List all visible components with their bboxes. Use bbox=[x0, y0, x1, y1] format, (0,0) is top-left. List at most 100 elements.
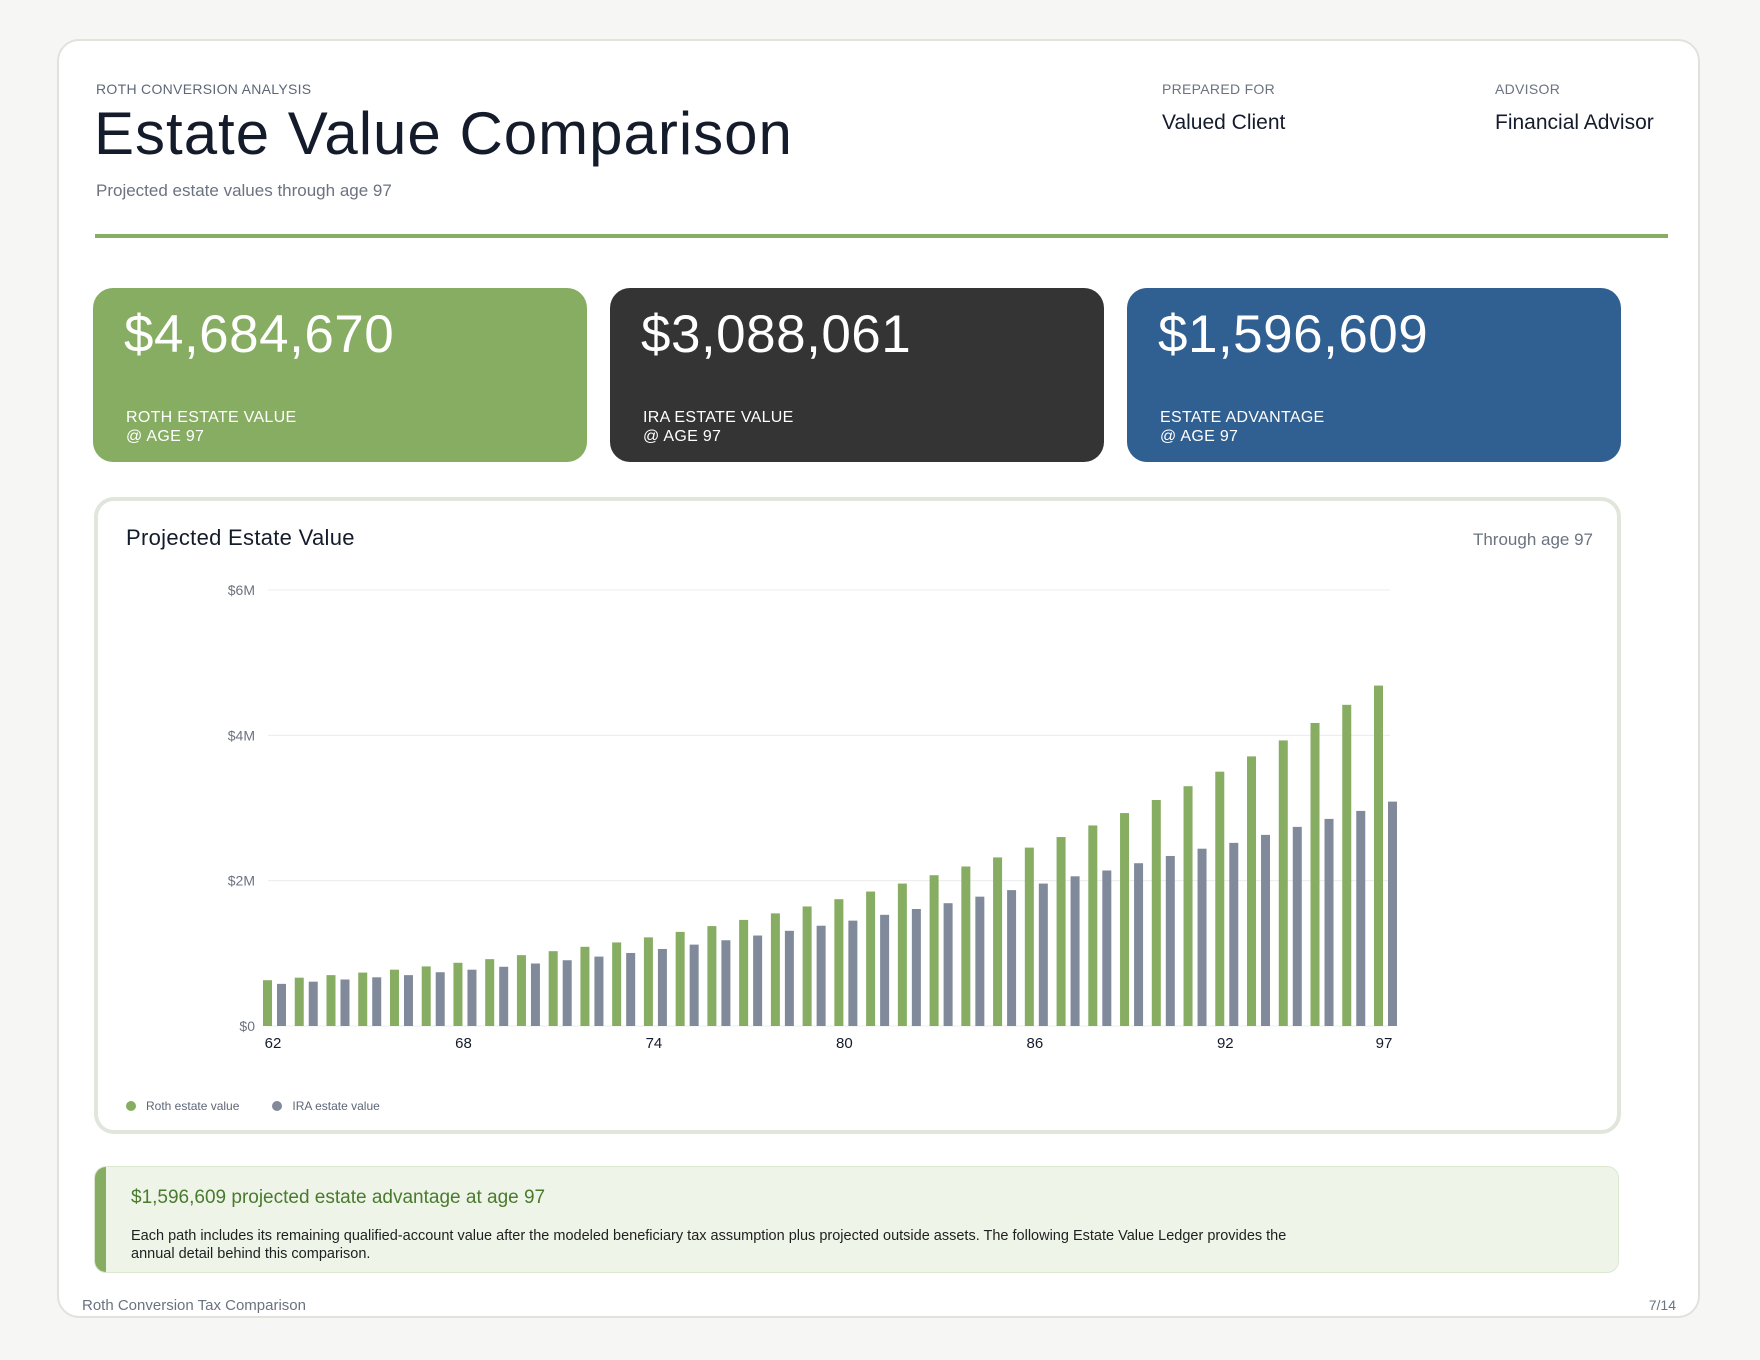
estate-bar-chart: $0 $2M $4M $6M 62 68 74 80 86 92 97 bbox=[228, 582, 1397, 1052]
bar-ira-age-71 bbox=[562, 960, 572, 1026]
bar-ira-age-63 bbox=[308, 981, 318, 1026]
kpi-label-line2: @ AGE 97 bbox=[1160, 428, 1239, 445]
estate-advantage-note: $1,596,609 projected estate advantage at… bbox=[94, 1166, 1619, 1273]
bar-ira-age-96 bbox=[1356, 810, 1366, 1026]
bar-ira-age-77 bbox=[753, 935, 763, 1026]
note-accent-bar bbox=[95, 1167, 106, 1272]
bar-roth-age-76 bbox=[707, 926, 717, 1026]
bar-ira-age-87 bbox=[1070, 876, 1080, 1026]
bar-ira-age-74 bbox=[657, 948, 667, 1026]
legend-swatch-roth bbox=[126, 1101, 136, 1111]
bar-ira-age-93 bbox=[1261, 834, 1271, 1026]
bar-ira-age-66 bbox=[403, 975, 413, 1026]
note-body: Each path includes its remaining qualifi… bbox=[131, 1228, 1287, 1262]
header-divider bbox=[95, 234, 1668, 238]
bar-ira-age-73 bbox=[626, 952, 636, 1026]
advisor-block: ADVISOR Financial Advisor bbox=[1495, 81, 1654, 135]
report-eyebrow: ROTH CONVERSION ANALYSIS bbox=[96, 81, 312, 97]
bar-ira-age-89 bbox=[1134, 863, 1144, 1026]
prepared-for-value: Valued Client bbox=[1162, 111, 1286, 134]
kpi-label: ESTATE ADVANTAGE @ AGE 97 bbox=[1160, 408, 1325, 446]
bar-roth-age-64 bbox=[326, 975, 336, 1026]
note-title: $1,596,609 projected estate advantage at… bbox=[131, 1187, 546, 1208]
kpi-label-line1: IRA ESTATE VALUE bbox=[643, 409, 794, 426]
kpi-label-line2: @ AGE 97 bbox=[126, 428, 205, 445]
bar-roth-age-96 bbox=[1342, 704, 1352, 1026]
x-tick-label: 92 bbox=[1217, 1035, 1234, 1052]
bar-ira-age-92 bbox=[1229, 842, 1239, 1026]
bar-roth-age-79 bbox=[802, 906, 812, 1026]
report-page: ROTH CONVERSION ANALYSIS Estate Value Co… bbox=[57, 39, 1700, 1318]
bar-ira-age-64 bbox=[340, 979, 350, 1026]
bar-roth-age-80 bbox=[834, 899, 844, 1026]
bar-ira-age-90 bbox=[1165, 855, 1175, 1026]
kpi-label-line1: ESTATE ADVANTAGE bbox=[1160, 409, 1325, 426]
kpi-roth-estate: $4,684,670 ROTH ESTATE VALUE @ AGE 97 bbox=[93, 288, 587, 462]
legend-label-ira: IRA estate value bbox=[292, 1099, 380, 1113]
bar-roth-age-65 bbox=[358, 972, 368, 1026]
x-tick-label: 97 bbox=[1376, 1035, 1393, 1052]
bar-roth-age-75 bbox=[675, 931, 685, 1026]
legend-label-roth: Roth estate value bbox=[146, 1099, 240, 1113]
legend-item-ira: IRA estate value bbox=[272, 1099, 380, 1113]
bar-roth-age-84 bbox=[961, 866, 971, 1026]
bar-roth-age-74 bbox=[643, 937, 653, 1026]
bar-ira-age-78 bbox=[784, 930, 794, 1026]
x-tick-label: 80 bbox=[836, 1035, 853, 1052]
bar-roth-age-69 bbox=[485, 959, 495, 1026]
kpi-label-line2: @ AGE 97 bbox=[643, 428, 722, 445]
bar-ira-age-88 bbox=[1102, 870, 1112, 1026]
bar-ira-age-65 bbox=[372, 977, 382, 1026]
x-tick-label: 62 bbox=[265, 1035, 282, 1052]
bar-ira-age-72 bbox=[594, 956, 604, 1026]
bar-ira-age-84 bbox=[975, 896, 985, 1026]
kpi-ira-estate: $3,088,061 IRA ESTATE VALUE @ AGE 97 bbox=[610, 288, 1104, 462]
bar-roth-age-63 bbox=[294, 977, 304, 1026]
bar-ira-age-91 bbox=[1197, 848, 1207, 1026]
bar-roth-age-81 bbox=[866, 891, 876, 1026]
x-tick-label: 86 bbox=[1026, 1035, 1043, 1052]
bar-ira-age-68 bbox=[467, 969, 477, 1026]
bar-roth-age-72 bbox=[580, 946, 590, 1026]
bar-roth-age-95 bbox=[1310, 722, 1320, 1026]
bar-roth-age-90 bbox=[1151, 800, 1161, 1026]
kpi-label: IRA ESTATE VALUE @ AGE 97 bbox=[643, 408, 794, 446]
bar-roth-age-87 bbox=[1056, 837, 1066, 1026]
bar-roth-age-97 bbox=[1374, 685, 1383, 1026]
estate-chart-card: Projected Estate Value Through age 97 $0… bbox=[94, 497, 1621, 1134]
bar-roth-age-82 bbox=[897, 883, 907, 1026]
bar-roth-age-78 bbox=[770, 913, 780, 1026]
bar-roth-age-86 bbox=[1024, 847, 1034, 1026]
prepared-for-block: PREPARED FOR Valued Client bbox=[1162, 81, 1285, 135]
bar-ira-age-76 bbox=[721, 940, 731, 1026]
bar-ira-age-97 bbox=[1388, 801, 1397, 1026]
bar-roth-age-71 bbox=[548, 951, 558, 1026]
bar-ira-age-82 bbox=[911, 909, 921, 1026]
bar-roth-age-68 bbox=[453, 962, 463, 1026]
bar-roth-age-85 bbox=[993, 857, 1003, 1026]
bar-ira-age-67 bbox=[435, 972, 445, 1026]
advisor-value: Financial Advisor bbox=[1495, 111, 1654, 134]
bar-roth-age-93 bbox=[1247, 756, 1257, 1026]
bar-ira-age-83 bbox=[943, 903, 953, 1026]
bar-ira-age-94 bbox=[1292, 826, 1302, 1026]
x-tick-label: 68 bbox=[455, 1035, 472, 1052]
bar-ira-age-69 bbox=[499, 966, 509, 1026]
bar-ira-age-80 bbox=[848, 920, 858, 1026]
bar-ira-age-75 bbox=[689, 944, 699, 1026]
y-tick-label: $4M bbox=[228, 727, 255, 743]
page-subtitle: Projected estate values through age 97 bbox=[96, 181, 392, 200]
bar-ira-age-86 bbox=[1038, 883, 1048, 1026]
bar-ira-age-95 bbox=[1324, 818, 1334, 1026]
y-tick-label: $0 bbox=[239, 1018, 255, 1034]
bar-roth-age-66 bbox=[389, 969, 399, 1026]
kpi-value: $4,684,670 bbox=[124, 305, 395, 364]
chart-legend: Roth estate value IRA estate value bbox=[126, 1099, 380, 1113]
bar-roth-age-62 bbox=[263, 980, 272, 1026]
bar-ira-age-81 bbox=[880, 914, 890, 1026]
kpi-value: $3,088,061 bbox=[641, 305, 912, 364]
bar-roth-age-67 bbox=[421, 966, 431, 1026]
page-title: Estate Value Comparison bbox=[94, 100, 793, 167]
bar-ira-age-70 bbox=[530, 963, 540, 1026]
bar-roth-age-91 bbox=[1183, 786, 1193, 1026]
